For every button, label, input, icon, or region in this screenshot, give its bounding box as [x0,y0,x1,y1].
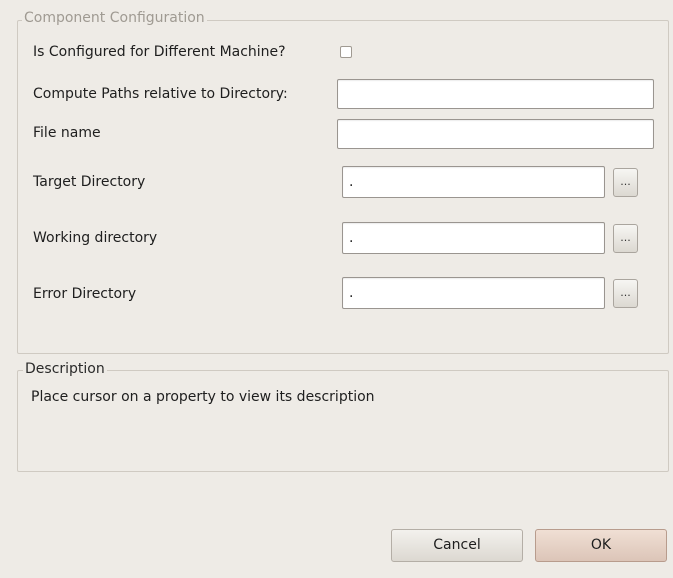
different-machine-checkbox[interactable] [340,46,352,58]
target-directory-label: Target Directory [33,174,146,190]
compute-paths-input[interactable] [337,79,654,109]
file-name-label: File name [33,125,101,141]
target-directory-browse-button[interactable]: ... [613,168,638,197]
file-name-input[interactable] [337,119,654,149]
error-directory-input[interactable] [342,277,605,309]
different-machine-label: Is Configured for Different Machine? [33,44,286,60]
error-directory-label: Error Directory [33,286,137,302]
error-directory-browse-button[interactable]: ... [613,279,638,308]
ok-button[interactable]: OK [535,529,667,562]
working-directory-browse-button[interactable]: ... [613,224,638,253]
component-configuration-legend: Component Configuration [22,10,207,26]
target-directory-input[interactable] [342,166,605,198]
cancel-button[interactable]: Cancel [391,529,523,562]
compute-paths-label: Compute Paths relative to Directory: [33,86,288,102]
working-directory-input[interactable] [342,222,605,254]
description-legend: Description [23,361,107,377]
description-group [17,370,669,472]
description-text: Place cursor on a property to view its d… [31,389,375,405]
working-directory-label: Working directory [33,230,158,246]
